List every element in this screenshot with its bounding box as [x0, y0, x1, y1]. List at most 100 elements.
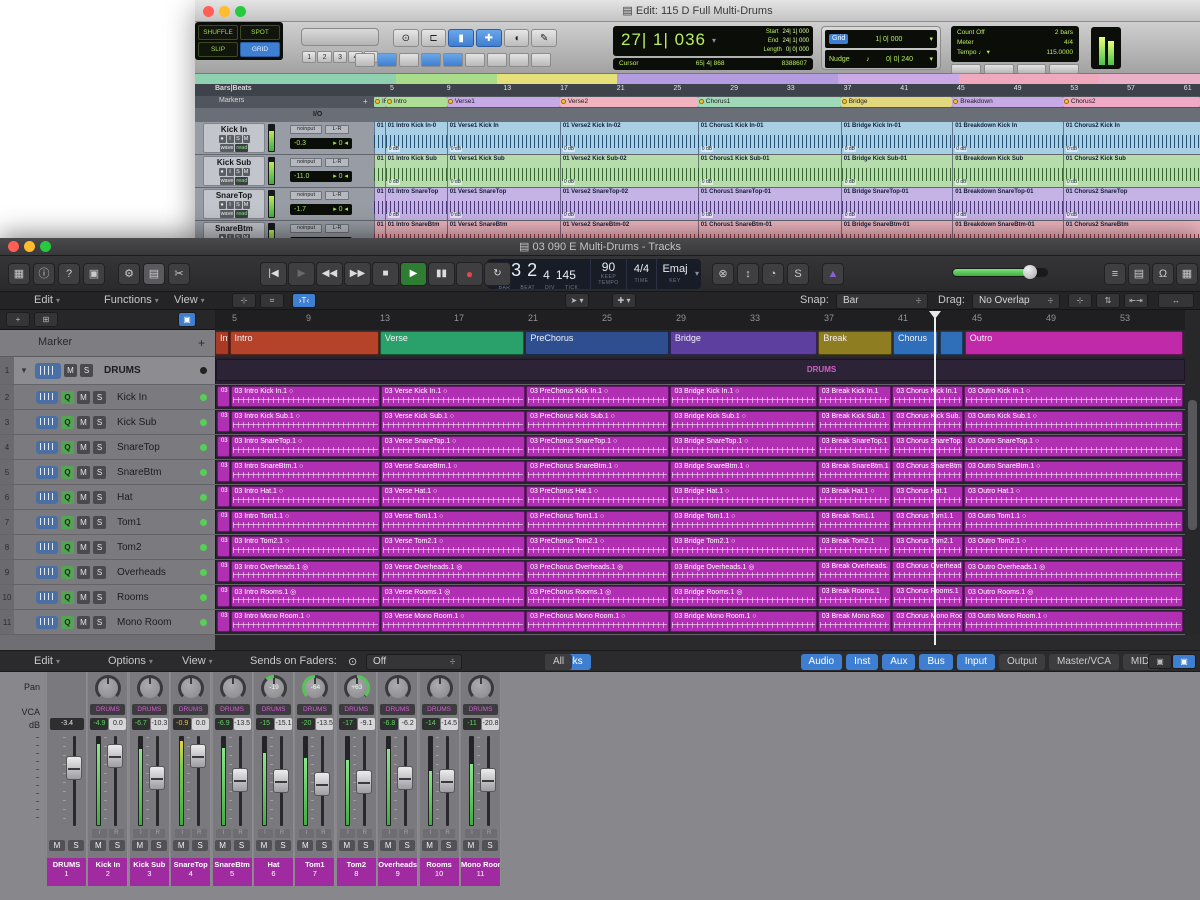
channel-strip-rooms[interactable]: DRUMS-14-14.5IRMSRooms10 — [420, 672, 460, 886]
track-header[interactable]: QMSHat — [14, 485, 215, 509]
catch-playhead-icon[interactable]: ›T‹ — [292, 293, 316, 308]
audio-region[interactable]: 03 Verse Kick In.1 ○ — [381, 386, 525, 407]
volume-display[interactable]: -0.9 — [173, 718, 191, 730]
output-selector[interactable]: L-R — [325, 191, 349, 200]
left-click-tool-menu[interactable]: ➤ ▾ — [565, 293, 589, 308]
solo-button[interactable]: S — [441, 840, 457, 851]
zoom-buttons-cluster[interactable] — [301, 28, 379, 46]
solo-button[interactable]: S — [68, 840, 84, 851]
audio-region[interactable]: 03 I — [217, 586, 230, 607]
read-automation-button[interactable]: read — [235, 210, 248, 218]
audio-region[interactable]: 03 Outro Tom2.1 ○ — [964, 536, 1183, 557]
audio-region[interactable]: 03 Outro SnareTop.1 ○ — [964, 436, 1183, 457]
input-selector[interactable]: noinput — [290, 158, 322, 167]
track-header[interactable]: QMSSnareTop — [14, 435, 215, 459]
arrangement-marker-chorus[interactable]: Chorus — [893, 331, 938, 355]
timeline-marker[interactable]: Chorus1 — [698, 97, 841, 107]
audio-region[interactable]: 03 Bridge Rooms.1 ◎ — [670, 586, 816, 607]
track-row-snarebtm[interactable]: 5QMSSnareBtm03 I03 Intro SnareBtm.1 ○03 … — [0, 460, 1185, 485]
audio-region[interactable]: 03 Outro Tom1.1 ○ — [964, 511, 1183, 532]
quantize-button[interactable]: Q — [61, 466, 74, 479]
nudge-value[interactable]: Nudge♪0| 0| 240▾ — [825, 50, 937, 68]
zoom-preset-2[interactable]: 2 — [317, 51, 331, 63]
track-header[interactable]: ▼MSDRUMS — [14, 357, 215, 384]
play-button[interactable]: ▶ — [400, 262, 427, 286]
mute-button[interactable]: M — [77, 466, 90, 479]
track-alternatives-button[interactable]: ▣ — [178, 312, 196, 327]
track-row-kick-in[interactable]: 2QMSKick In03 I03 Intro Kick In.1 ○03 Ve… — [0, 385, 1185, 410]
metronome-button[interactable]: ▲ — [822, 263, 844, 285]
automation-icon[interactable]: ⊹ — [232, 293, 256, 308]
filter-inst[interactable]: Inst — [846, 654, 878, 670]
audio-region[interactable]: 03 Break Overheads. — [818, 561, 892, 582]
channel-name-plate[interactable]: Rooms10 — [420, 858, 459, 886]
mixer-view-all[interactable]: All — [545, 654, 572, 670]
volume-display[interactable]: -6.7 — [132, 718, 150, 730]
audio-region[interactable]: 03 Bridge SnareBtm.1 ○ — [670, 461, 816, 482]
filter-output[interactable]: Output — [999, 654, 1045, 670]
input-monitor-button[interactable]: I — [92, 829, 107, 838]
audio-region[interactable]: 03 PreChorus Overheads.1 ◎ — [526, 561, 669, 582]
toolbar-toggle-7[interactable] — [509, 53, 529, 67]
filter-audio[interactable]: Audio — [801, 654, 843, 670]
quantize-button[interactable]: Q — [61, 541, 74, 554]
channel-name-plate[interactable]: Kick Sub3 — [130, 858, 169, 886]
record-enable-button[interactable]: R — [233, 829, 248, 838]
add-marker-button[interactable]: + — [363, 97, 368, 106]
toolbar-toggle-8[interactable] — [531, 53, 551, 67]
input-monitor-button[interactable]: I — [175, 829, 190, 838]
toolbar-toggle-3[interactable] — [421, 53, 441, 67]
add-track-button[interactable]: + — [6, 312, 30, 327]
inspector-button[interactable]: ⓘ — [33, 263, 55, 285]
audio-region[interactable]: 03 Verse Mono Room.1 ○ — [381, 611, 525, 632]
channel-name-plate[interactable]: Tom28 — [337, 858, 376, 886]
audio-region[interactable]: 03 Outro SnareBtm.1 ○ — [964, 461, 1183, 482]
arrangement-marker-intro[interactable]: Intro — [230, 331, 379, 355]
main-counter[interactable]: 27| 1| 036 ▾ Start24| 1| 000 End24| 1| 0… — [613, 26, 813, 56]
audio-region[interactable]: 03 Intro Rooms.1 ◎ — [231, 586, 380, 607]
fader-handle[interactable] — [190, 744, 206, 768]
quantize-button[interactable]: Q — [61, 391, 74, 404]
audio-region[interactable]: 03 Verse SnareBtm.1 ○ — [381, 461, 525, 482]
audio-region[interactable]: 03 Bridge Tom1.1 ○ — [670, 511, 816, 532]
mute-button[interactable]: M — [77, 516, 90, 529]
protools-titlebar[interactable]: ▤ Edit: 115 D Full Multi-Drums — [195, 0, 1200, 22]
fader-handle[interactable] — [232, 768, 248, 792]
low-latency-button[interactable]: ◔ — [762, 263, 784, 285]
toolbar-toggle-1[interactable] — [377, 53, 397, 67]
flex-icon[interactable]: ⌗ — [260, 293, 284, 308]
solo-button[interactable]: S — [93, 591, 106, 604]
rewind-button[interactable]: ◀◀ — [316, 262, 343, 286]
forward-button[interactable]: ▶▶ — [344, 262, 371, 286]
audio-region[interactable]: 03 Verse Rooms.1 ◎ — [381, 586, 525, 607]
menu-edit[interactable]: Edit▾ — [34, 294, 60, 306]
narrow-view-button[interactable]: ▣ — [1148, 654, 1172, 669]
audio-region[interactable]: 03 Chorus Tom2.1 — [892, 536, 963, 557]
fader-handle[interactable] — [66, 756, 82, 780]
drag-select[interactable]: No Overlap↕ — [972, 293, 1060, 309]
audio-region[interactable]: 03 Verse SnareTop.1 ○ — [381, 436, 525, 457]
volume-display[interactable]: -4.9 — [90, 718, 108, 730]
audio-region[interactable]: 03 Outro Rooms.1 ◎ — [964, 586, 1183, 607]
help-button[interactable]: ? — [58, 263, 80, 285]
channel-name-plate[interactable]: SnareTop4 — [171, 858, 210, 886]
conductor-button[interactable] — [1049, 64, 1079, 74]
vertical-scrollbar[interactable] — [1185, 310, 1200, 635]
output-selector[interactable]: L-R — [325, 125, 349, 134]
mute-button[interactable]: M — [77, 616, 90, 629]
audio-region[interactable]: 03 Verse Hat.1 ○ — [381, 486, 525, 507]
input-monitor-button[interactable]: I — [423, 829, 438, 838]
track-header[interactable]: QMSTom2 — [14, 535, 215, 559]
timeline-marker[interactable]: Chorus2 — [1063, 97, 1200, 107]
mixer-menu-view[interactable]: View▾ — [182, 655, 213, 667]
track-row-rooms[interactable]: 10QMSRooms03 I03 Intro Rooms.1 ◎03 Verse… — [0, 585, 1185, 610]
audio-region[interactable]: 03 Break Kick In.1 — [818, 386, 892, 407]
timeline-marker[interactable]: IF — [374, 97, 386, 107]
channel-name-plate[interactable]: Kick In2 — [88, 858, 127, 886]
mute-button[interactable]: M — [297, 840, 313, 851]
vca-assignment[interactable]: DRUMS — [297, 704, 332, 715]
quantize-button[interactable]: Q — [61, 491, 74, 504]
pan-knob[interactable] — [137, 675, 163, 701]
volume-display[interactable]: -15 — [256, 718, 274, 730]
audio-region[interactable]: 03 Chorus Rooms.1 — [892, 586, 963, 607]
